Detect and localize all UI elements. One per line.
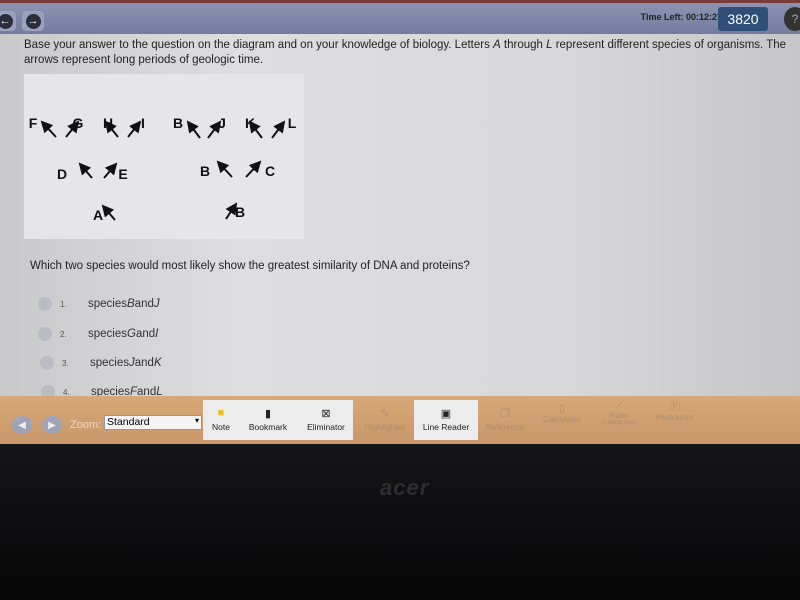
stem-text: A	[493, 39, 501, 51]
protractor-tool[interactable]: Ⓟ Protractor	[650, 400, 700, 440]
stem-text: through	[500, 39, 547, 51]
species-label: B	[173, 115, 183, 131]
choice-text: species	[88, 328, 127, 340]
choice-number: 3.	[62, 358, 69, 368]
calculator-icon: ▯	[558, 403, 566, 415]
radio-button[interactable]	[38, 327, 52, 341]
answer-choice-2[interactable]: 2. species G and I	[38, 323, 158, 345]
note-tool[interactable]: ■ Note	[203, 400, 239, 440]
tool-label: Highlighter	[364, 422, 406, 432]
reference-tool[interactable]: ❐ Reference	[480, 400, 530, 440]
top-bar: ← → Time Left: 00:12:27 3820 ?	[0, 0, 800, 34]
question-panel: Base your answer to the question on the …	[0, 34, 800, 399]
tool-label: Calculator	[542, 414, 582, 424]
choice-text: and	[134, 298, 154, 310]
species-label: H	[103, 115, 113, 131]
help-button[interactable]: ?	[784, 7, 800, 31]
arrow-left-icon: ◀	[18, 419, 26, 431]
arrows	[40, 120, 286, 221]
tool-label: Bookmark	[248, 422, 288, 432]
choice-text: J	[153, 298, 160, 310]
choice-text: and	[135, 328, 156, 340]
choice-text: and	[134, 357, 154, 369]
stem-text: Base your answer to the question on the …	[24, 39, 494, 51]
ruler-tool[interactable]: ⟋ Ruler Coming soon	[594, 400, 644, 440]
answer-choice-1[interactable]: 1. species B and J	[38, 293, 160, 315]
choice-text: B	[127, 298, 135, 310]
acer-logo: acer	[380, 475, 430, 500]
species-label: B	[200, 163, 210, 179]
tool-label: Note	[212, 422, 230, 432]
time-left: Time Left: 00:12:27	[640, 12, 722, 22]
choice-number: 1.	[60, 299, 67, 309]
species-label: K	[245, 115, 255, 131]
species-label: B	[235, 204, 245, 220]
tool-label: Eliminator	[307, 422, 345, 432]
species-label: E	[118, 166, 127, 182]
species-label: J	[218, 115, 226, 131]
question-text: Which two species would most likely show…	[30, 260, 470, 272]
choice-text: species	[88, 298, 127, 310]
coming-soon-text: Coming soon	[601, 420, 637, 426]
species-label: G	[73, 115, 84, 131]
tool-label: Reference	[485, 422, 525, 432]
next-button[interactable]: →	[22, 11, 44, 31]
reference-icon: ❐	[500, 408, 510, 420]
radio-button[interactable]	[38, 297, 52, 311]
highlighter-tool[interactable]: ✎ Highlighter	[358, 400, 412, 440]
zoom-select[interactable]: Standard ▾	[104, 415, 202, 430]
calculator-tool[interactable]: ▯ Calculator	[536, 400, 588, 440]
arrow-right-icon: ▶	[48, 419, 56, 431]
next-button[interactable]: ▶	[42, 416, 62, 434]
bookmark-tool[interactable]: ▮ Bookmark	[243, 400, 293, 440]
tool-bar: ◀ ▶ Zoom: Standard ▾ ■ Note ▮ Bookmark ⊠ Eli…	[0, 396, 800, 444]
answer-choice-3[interactable]: 3. species J and K	[40, 352, 162, 374]
species-label: L	[288, 115, 297, 131]
species-label: F	[29, 115, 38, 131]
score-badge: 3820	[718, 7, 768, 31]
arrow-left-icon: ←	[0, 13, 13, 29]
choice-text: G	[127, 328, 136, 340]
zoom-label: Zoom:	[70, 419, 102, 431]
species-label: A	[93, 207, 103, 223]
highlighter-icon: ✎	[380, 408, 390, 420]
choice-text: species	[90, 357, 129, 369]
chevron-down-icon: ▾	[194, 416, 199, 425]
eliminator-icon: ⊠	[321, 408, 331, 420]
protractor-icon: Ⓟ	[669, 401, 681, 413]
line-reader-tool[interactable]: ▣ Line Reader	[414, 400, 478, 440]
question-stem: Base your answer to the question on the …	[24, 38, 794, 68]
tool-label: Line Reader	[422, 422, 470, 432]
laptop-bezel	[0, 444, 800, 600]
species-label: D	[57, 166, 67, 182]
choice-text: I	[155, 328, 159, 340]
arrow-right-icon: →	[25, 13, 41, 29]
ruler-icon: ⟋	[615, 400, 623, 412]
choice-number: 2.	[60, 329, 67, 339]
evolution-diagram: F G H I D E A A B J K L B C B B	[24, 74, 304, 239]
radio-button[interactable]	[40, 356, 54, 370]
back-button[interactable]: ←	[0, 11, 16, 31]
zoom-value: Standard	[107, 416, 150, 428]
note-icon: ■	[217, 407, 225, 419]
choice-text: K	[153, 357, 162, 369]
bookmark-icon: ▮	[264, 408, 272, 420]
species-label: C	[265, 163, 275, 179]
previous-button[interactable]: ◀	[12, 416, 32, 434]
line-reader-icon: ▣	[440, 408, 452, 420]
eliminator-tool[interactable]: ⊠ Eliminator	[300, 400, 352, 440]
species-label: I	[141, 115, 145, 131]
